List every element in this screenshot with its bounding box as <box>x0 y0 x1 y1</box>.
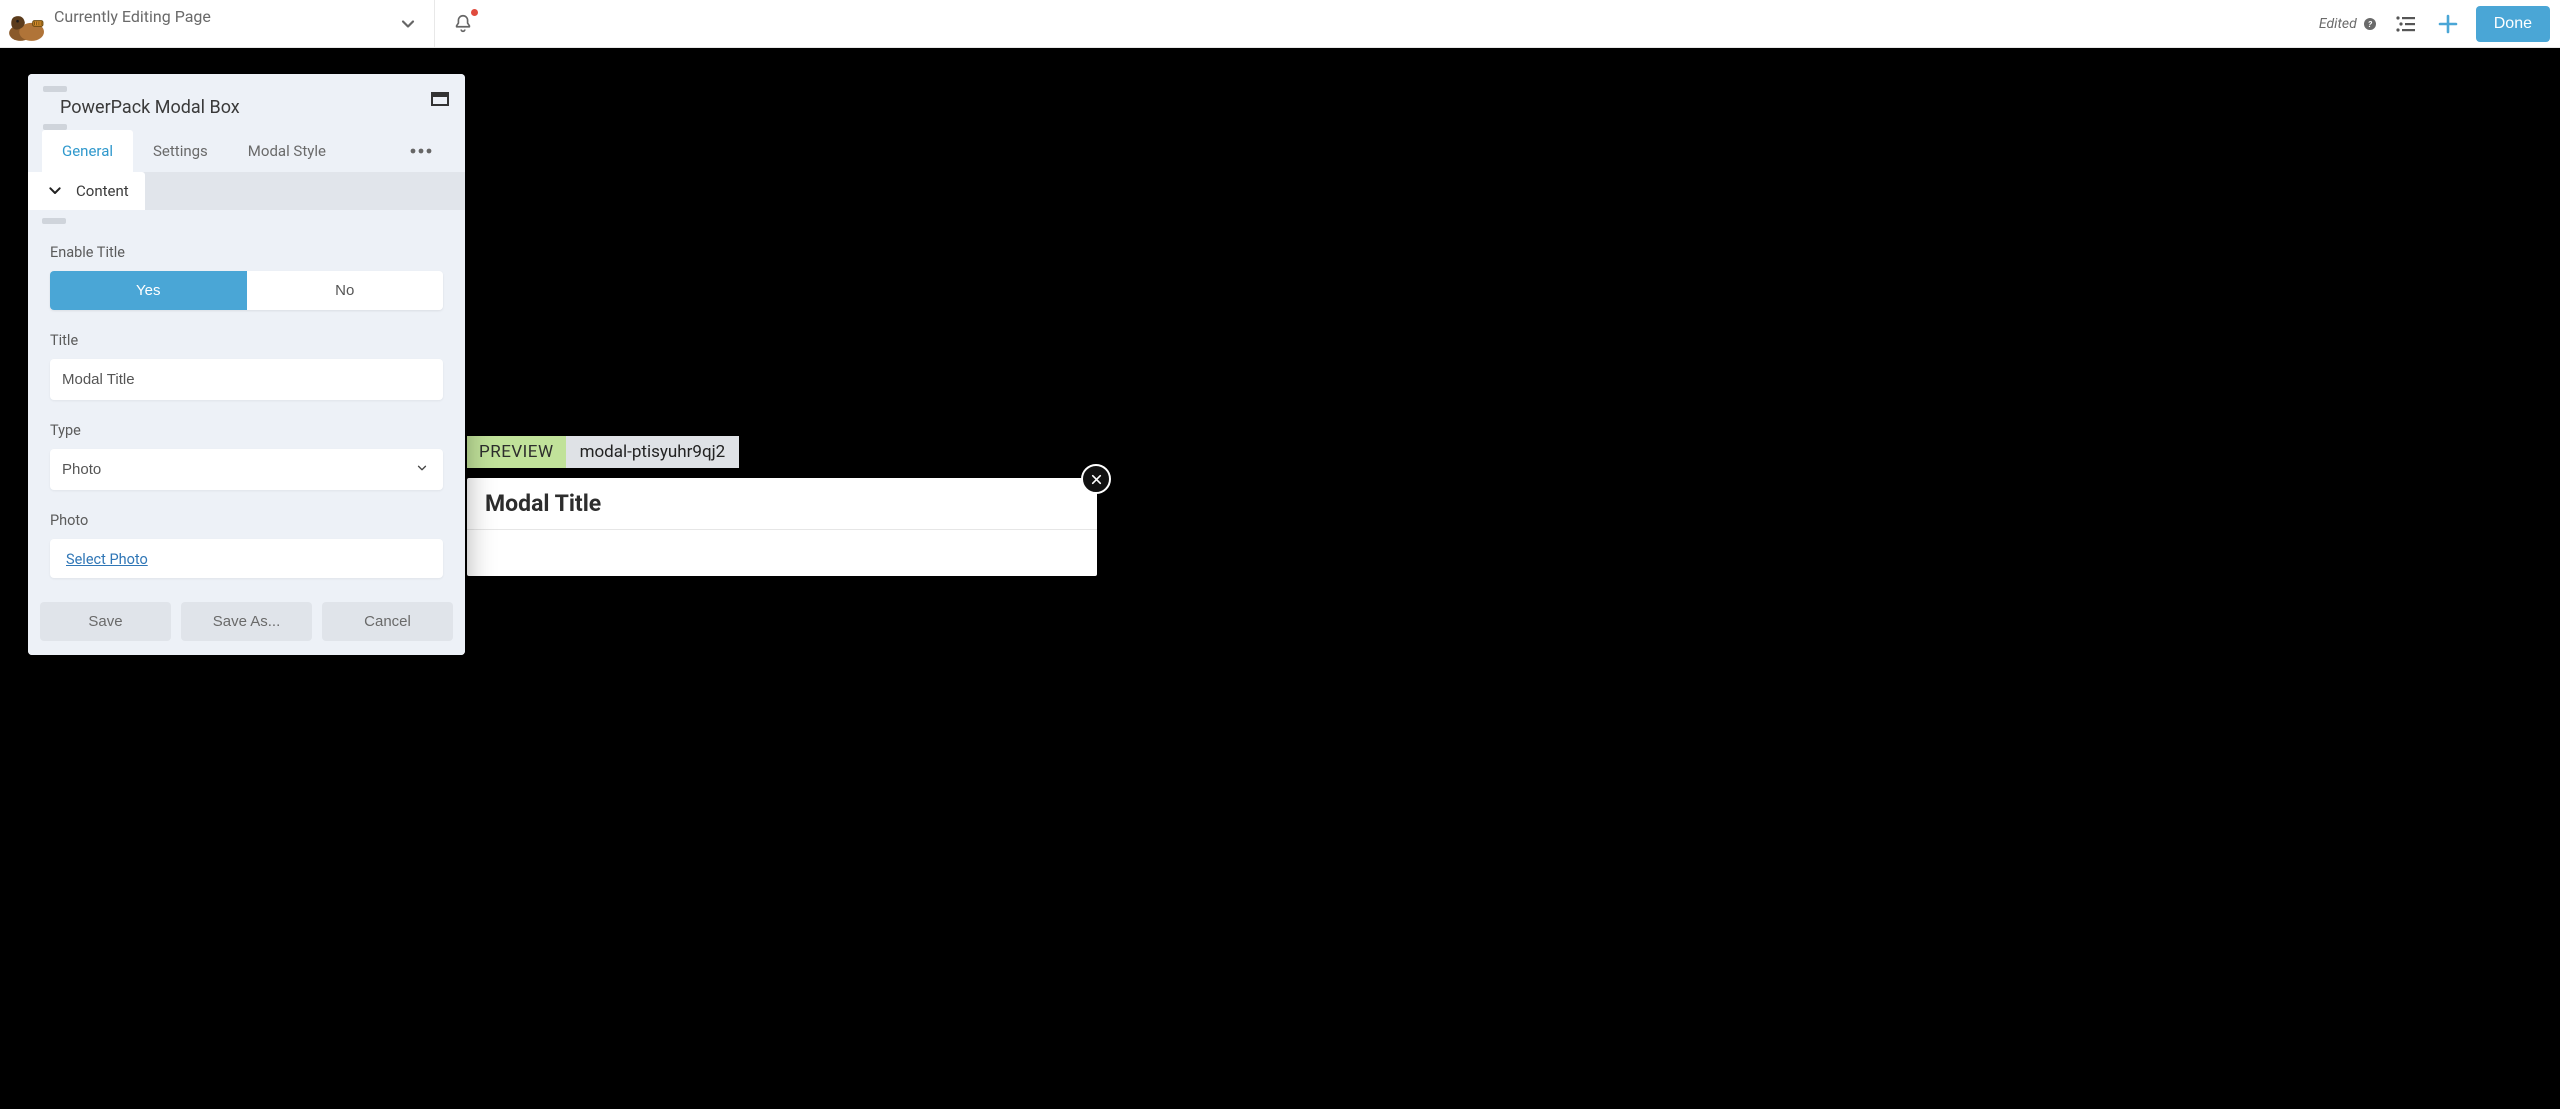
type-select[interactable]: Photo <box>50 449 443 490</box>
preview-chip: PREVIEW <box>467 436 566 468</box>
enable-title-no[interactable]: No <box>247 271 444 310</box>
tab-more-button[interactable] <box>409 130 451 172</box>
plus-icon <box>2436 12 2460 36</box>
done-button[interactable]: Done <box>2476 6 2550 42</box>
enable-title-yes[interactable]: Yes <box>50 271 247 310</box>
app-logo <box>8 6 44 42</box>
page-dropdown-button[interactable] <box>394 10 422 38</box>
preview-modal[interactable]: Modal Title <box>467 478 1097 576</box>
select-photo-link[interactable]: Select Photo <box>50 539 443 578</box>
edited-status: Edited ? <box>2319 16 2378 32</box>
settings-panel: PowerPack Modal Box General Settings Mod… <box>28 74 465 655</box>
tab-settings[interactable]: Settings <box>133 130 228 172</box>
outline-button[interactable] <box>2392 10 2420 38</box>
panel-tabs: General Settings Modal Style <box>42 130 451 172</box>
edited-status-label: Edited <box>2319 16 2357 32</box>
toolbar-right: Edited ? Done <box>2319 0 2560 47</box>
panel-title: PowerPack Modal Box <box>42 97 240 118</box>
panel-subtabs: Content <box>28 172 465 210</box>
panel-title-row: PowerPack Modal Box <box>42 97 451 118</box>
outline-icon <box>2394 12 2418 36</box>
panel-resize-button[interactable] <box>431 92 449 106</box>
field-type-label: Type <box>50 414 443 449</box>
field-photo: Photo Select Photo <box>28 494 465 582</box>
notifications-button[interactable] <box>449 10 477 38</box>
add-content-button[interactable] <box>2434 10 2462 38</box>
field-enable-title-label: Enable Title <box>50 236 443 271</box>
preview-wrapper: PREVIEW modal-ptisyuhr9qj2 Modal Title <box>467 436 1097 576</box>
panel-footer: Save Save As... Cancel <box>28 592 465 655</box>
more-icon <box>409 147 433 155</box>
preview-label: PREVIEW modal-ptisyuhr9qj2 <box>467 436 739 468</box>
help-icon[interactable]: ? <box>2362 16 2378 32</box>
panel-body[interactable]: Enable Title Yes No Title Type Photo <box>28 210 465 592</box>
subtab-content[interactable]: Content <box>28 172 145 210</box>
chevron-down-icon <box>398 14 418 34</box>
preview-modal-body <box>467 530 1097 576</box>
section-drag-handle[interactable] <box>42 218 66 224</box>
field-photo-label: Photo <box>50 504 443 539</box>
toolbar-left: Currently Editing Page <box>0 0 435 47</box>
field-type: Type Photo <box>28 404 465 494</box>
top-toolbar: Currently Editing Page Edited ? <box>0 0 2560 48</box>
field-title-label: Title <box>50 324 443 359</box>
preview-close-button[interactable] <box>1081 464 1111 494</box>
tab-modal-style[interactable]: Modal Style <box>228 130 346 172</box>
type-select-wrap: Photo <box>50 449 443 490</box>
close-icon <box>1090 473 1103 486</box>
title-input[interactable] <box>50 359 443 400</box>
enable-title-toggle: Yes No <box>50 271 443 310</box>
subtab-content-label: Content <box>76 182 129 200</box>
save-button[interactable]: Save <box>40 602 171 641</box>
cancel-button[interactable]: Cancel <box>322 602 453 641</box>
panel-drag-handle[interactable] <box>43 86 67 92</box>
toolbar-middle <box>435 0 477 47</box>
chevron-down-icon <box>44 183 66 199</box>
field-title: Title <box>28 314 465 404</box>
bell-icon <box>452 13 474 35</box>
field-enable-title: Enable Title Yes No <box>28 226 465 314</box>
page-title: Currently Editing Page <box>54 7 384 26</box>
viewport: Currently Editing Page Edited ? <box>0 0 1563 679</box>
panel-header: PowerPack Modal Box General Settings Mod… <box>28 74 465 172</box>
panel-body-spacer <box>28 582 465 592</box>
save-as-button[interactable]: Save As... <box>181 602 312 641</box>
tab-general[interactable]: General <box>42 130 133 172</box>
notification-dot <box>471 9 478 16</box>
preview-id: modal-ptisyuhr9qj2 <box>566 436 740 468</box>
preview-modal-title: Modal Title <box>467 478 1097 530</box>
